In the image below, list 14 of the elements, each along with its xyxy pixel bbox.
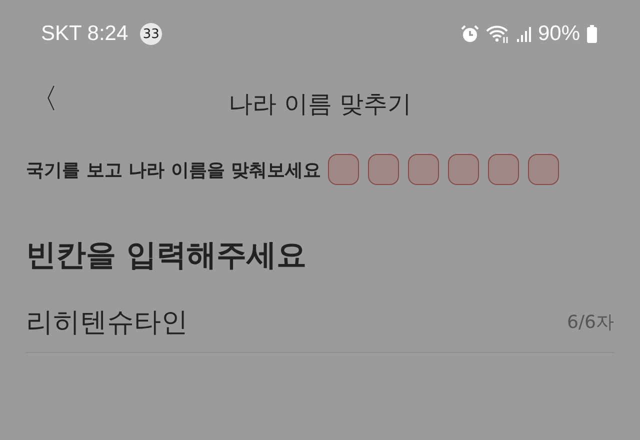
character-counter: 6/6자 xyxy=(567,311,614,334)
alarm-icon xyxy=(460,24,480,44)
wifi-icon xyxy=(486,24,510,44)
page-title: 나라 이름 맞추기 xyxy=(228,89,412,120)
answer-field[interactable]: 리히텐슈타인 6/6자 xyxy=(26,304,614,353)
back-button[interactable]: 〈 xyxy=(22,80,66,118)
question-text: 국기를 보고 나라 이름을 맞춰보세요 xyxy=(26,158,322,182)
answer-value: 리히텐슈타인 xyxy=(26,306,188,340)
prompt-heading: 빈칸을 입력해주세요 xyxy=(25,237,308,275)
carrier-time: SKT 8:24 xyxy=(41,22,128,46)
battery-icon xyxy=(586,24,598,44)
battery-percent: 90% xyxy=(538,22,580,46)
signal-icon xyxy=(516,25,532,43)
notification-badge: 33 xyxy=(140,23,162,45)
